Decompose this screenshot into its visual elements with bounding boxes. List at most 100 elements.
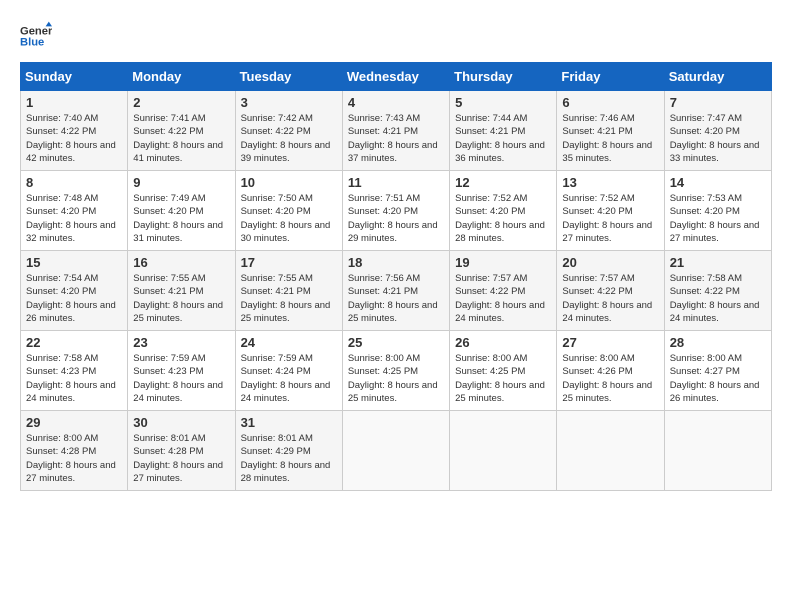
calendar-cell: 14 Sunrise: 7:53 AMSunset: 4:20 PMDayligh… (664, 171, 771, 251)
calendar-cell: 3 Sunrise: 7:42 AMSunset: 4:22 PMDaylight… (235, 91, 342, 171)
svg-text:General: General (20, 25, 52, 37)
day-number: 16 (133, 255, 230, 270)
day-detail: Sunrise: 7:48 AMSunset: 4:20 PMDaylight:… (26, 192, 123, 245)
calendar-cell: 24 Sunrise: 7:59 AMSunset: 4:24 PMDayligh… (235, 331, 342, 411)
calendar-cell: 6 Sunrise: 7:46 AMSunset: 4:21 PMDaylight… (557, 91, 664, 171)
day-number: 2 (133, 95, 230, 110)
day-detail: Sunrise: 8:00 AMSunset: 4:25 PMDaylight:… (348, 352, 445, 405)
day-detail: Sunrise: 7:58 AMSunset: 4:22 PMDaylight:… (670, 272, 767, 325)
calendar-cell: 8 Sunrise: 7:48 AMSunset: 4:20 PMDaylight… (21, 171, 128, 251)
day-detail: Sunrise: 7:52 AMSunset: 4:20 PMDaylight:… (562, 192, 659, 245)
calendar-cell: 13Sunrise: 7:52 AMSunset: 4:20 PMDayligh… (557, 171, 664, 251)
day-number: 15 (26, 255, 123, 270)
day-detail: Sunrise: 7:46 AMSunset: 4:21 PMDaylight:… (562, 112, 659, 165)
day-number: 18 (348, 255, 445, 270)
calendar-cell: 4 Sunrise: 7:43 AMSunset: 4:21 PMDaylight… (342, 91, 449, 171)
calendar-header-row: SundayMondayTuesdayWednesdayThursdayFrid… (21, 63, 772, 91)
calendar-cell: 5Sunrise: 7:44 AMSunset: 4:21 PMDaylight… (450, 91, 557, 171)
day-number: 22 (26, 335, 123, 350)
day-detail: Sunrise: 7:52 AMSunset: 4:20 PMDaylight:… (455, 192, 552, 245)
calendar-cell (450, 411, 557, 491)
day-of-week-header: Monday (128, 63, 235, 91)
day-detail: Sunrise: 7:50 AMSunset: 4:20 PMDaylight:… (241, 192, 338, 245)
calendar-table: SundayMondayTuesdayWednesdayThursdayFrid… (20, 62, 772, 491)
day-detail: Sunrise: 7:43 AMSunset: 4:21 PMDaylight:… (348, 112, 445, 165)
day-number: 14 (670, 175, 767, 190)
calendar-cell: 30 Sunrise: 8:01 AMSunset: 4:28 PMDayligh… (128, 411, 235, 491)
calendar-cell: 15 Sunrise: 7:54 AMSunset: 4:20 PMDayligh… (21, 251, 128, 331)
day-number: 9 (133, 175, 230, 190)
calendar-week-row: 1 Sunrise: 7:40 AMSunset: 4:22 PMDaylight… (21, 91, 772, 171)
day-detail: Sunrise: 8:00 AMSunset: 4:26 PMDaylight:… (562, 352, 659, 405)
day-number: 21 (670, 255, 767, 270)
day-detail: Sunrise: 7:41 AMSunset: 4:22 PMDaylight:… (133, 112, 230, 165)
day-detail: Sunrise: 7:51 AMSunset: 4:20 PMDaylight:… (348, 192, 445, 245)
day-number: 12 (455, 175, 552, 190)
day-number: 4 (348, 95, 445, 110)
calendar-cell: 23 Sunrise: 7:59 AMSunset: 4:23 PMDayligh… (128, 331, 235, 411)
day-number: 31 (241, 415, 338, 430)
calendar-cell: 2 Sunrise: 7:41 AMSunset: 4:22 PMDaylight… (128, 91, 235, 171)
day-of-week-header: Tuesday (235, 63, 342, 91)
logo-icon: General Blue (20, 20, 52, 52)
calendar-cell: 19 Sunrise: 7:57 AMSunset: 4:22 PMDayligh… (450, 251, 557, 331)
day-detail: Sunrise: 7:49 AMSunset: 4:20 PMDaylight:… (133, 192, 230, 245)
day-number: 23 (133, 335, 230, 350)
calendar-cell: 25 Sunrise: 8:00 AMSunset: 4:25 PMDayligh… (342, 331, 449, 411)
calendar-cell: 12 Sunrise: 7:52 AMSunset: 4:20 PMDayligh… (450, 171, 557, 251)
logo: General Blue (20, 20, 52, 52)
calendar-cell: 21 Sunrise: 7:58 AMSunset: 4:22 PMDayligh… (664, 251, 771, 331)
calendar-cell (557, 411, 664, 491)
day-number: 11 (348, 175, 445, 190)
day-detail: Sunrise: 8:01 AMSunset: 4:28 PMDaylight:… (133, 432, 230, 485)
day-detail: Sunrise: 7:59 AMSunset: 4:24 PMDaylight:… (241, 352, 338, 405)
calendar-week-row: 29 Sunrise: 8:00 AMSunset: 4:28 PMDayligh… (21, 411, 772, 491)
day-detail: Sunrise: 7:40 AMSunset: 4:22 PMDaylight:… (26, 112, 123, 165)
page-header: General Blue (20, 20, 772, 52)
calendar-cell: 16Sunrise: 7:55 AMSunset: 4:21 PMDayligh… (128, 251, 235, 331)
day-of-week-header: Thursday (450, 63, 557, 91)
day-detail: Sunrise: 8:00 AMSunset: 4:28 PMDaylight:… (26, 432, 123, 485)
calendar-week-row: 8 Sunrise: 7:48 AMSunset: 4:20 PMDaylight… (21, 171, 772, 251)
calendar-cell (664, 411, 771, 491)
calendar-cell: 29 Sunrise: 8:00 AMSunset: 4:28 PMDayligh… (21, 411, 128, 491)
calendar-cell: 10 Sunrise: 7:50 AMSunset: 4:20 PMDayligh… (235, 171, 342, 251)
calendar-cell: 1 Sunrise: 7:40 AMSunset: 4:22 PMDaylight… (21, 91, 128, 171)
day-number: 3 (241, 95, 338, 110)
day-of-week-header: Friday (557, 63, 664, 91)
day-number: 30 (133, 415, 230, 430)
calendar-cell: 17Sunrise: 7:55 AMSunset: 4:21 PMDayligh… (235, 251, 342, 331)
day-detail: Sunrise: 7:57 AMSunset: 4:22 PMDaylight:… (455, 272, 552, 325)
day-detail: Sunrise: 7:53 AMSunset: 4:20 PMDaylight:… (670, 192, 767, 245)
day-number: 26 (455, 335, 552, 350)
day-number: 27 (562, 335, 659, 350)
day-number: 29 (26, 415, 123, 430)
day-detail: Sunrise: 8:00 AMSunset: 4:27 PMDaylight:… (670, 352, 767, 405)
day-number: 6 (562, 95, 659, 110)
day-number: 25 (348, 335, 445, 350)
day-detail: Sunrise: 8:01 AMSunset: 4:29 PMDaylight:… (241, 432, 338, 485)
day-detail: Sunrise: 8:00 AMSunset: 4:25 PMDaylight:… (455, 352, 552, 405)
calendar-cell: 11 Sunrise: 7:51 AMSunset: 4:20 PMDayligh… (342, 171, 449, 251)
day-number: 19 (455, 255, 552, 270)
day-number: 8 (26, 175, 123, 190)
calendar-cell: 22Sunrise: 7:58 AMSunset: 4:23 PMDayligh… (21, 331, 128, 411)
day-of-week-header: Sunday (21, 63, 128, 91)
day-number: 1 (26, 95, 123, 110)
day-number: 24 (241, 335, 338, 350)
calendar-cell: 28Sunrise: 8:00 AMSunset: 4:27 PMDayligh… (664, 331, 771, 411)
day-detail: Sunrise: 7:47 AMSunset: 4:20 PMDaylight:… (670, 112, 767, 165)
calendar-week-row: 22Sunrise: 7:58 AMSunset: 4:23 PMDayligh… (21, 331, 772, 411)
day-of-week-header: Saturday (664, 63, 771, 91)
day-number: 10 (241, 175, 338, 190)
calendar-cell (342, 411, 449, 491)
calendar-week-row: 15 Sunrise: 7:54 AMSunset: 4:20 PMDayligh… (21, 251, 772, 331)
day-detail: Sunrise: 7:54 AMSunset: 4:20 PMDaylight:… (26, 272, 123, 325)
day-detail: Sunrise: 7:59 AMSunset: 4:23 PMDaylight:… (133, 352, 230, 405)
day-detail: Sunrise: 7:42 AMSunset: 4:22 PMDaylight:… (241, 112, 338, 165)
calendar-cell: 20Sunrise: 7:57 AMSunset: 4:22 PMDayligh… (557, 251, 664, 331)
day-detail: Sunrise: 7:44 AMSunset: 4:21 PMDaylight:… (455, 112, 552, 165)
calendar-cell: 31 Sunrise: 8:01 AMSunset: 4:29 PMDayligh… (235, 411, 342, 491)
day-detail: Sunrise: 7:55 AMSunset: 4:21 PMDaylight:… (241, 272, 338, 325)
calendar-cell: 9 Sunrise: 7:49 AMSunset: 4:20 PMDaylight… (128, 171, 235, 251)
